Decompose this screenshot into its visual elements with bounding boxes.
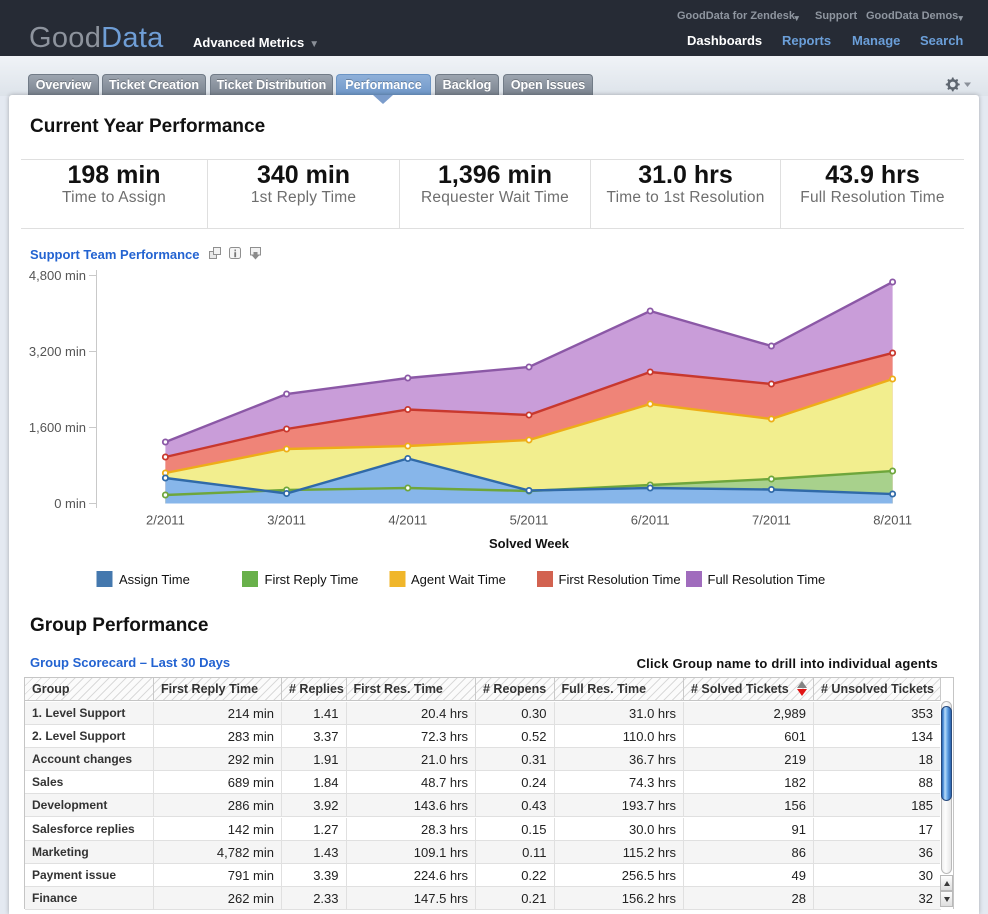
svg-text:First Resolution Time: First Resolution Time	[559, 572, 681, 587]
svg-text:1,600 min: 1,600 min	[29, 420, 86, 435]
svg-text:Agent Wait Time: Agent Wait Time	[411, 572, 506, 587]
svg-text:Assign Time: Assign Time	[119, 572, 190, 587]
svg-text:7/2011: 7/2011	[752, 513, 791, 528]
svg-text:5/2011: 5/2011	[510, 513, 549, 528]
svg-text:First Reply Time: First Reply Time	[265, 572, 359, 587]
svg-text:3/2011: 3/2011	[267, 513, 306, 528]
svg-text:4,800 min: 4,800 min	[29, 268, 86, 283]
svg-text:2/2011: 2/2011	[146, 513, 185, 528]
svg-text:6/2011: 6/2011	[631, 513, 670, 528]
svg-text:Solved Week: Solved Week	[489, 536, 570, 551]
svg-text:3,200 min: 3,200 min	[29, 344, 86, 359]
svg-text:8/2011: 8/2011	[873, 513, 912, 528]
svg-text:Full Resolution Time: Full Resolution Time	[708, 572, 826, 587]
svg-text:0 min: 0 min	[54, 496, 86, 511]
svg-text:4/2011: 4/2011	[388, 513, 427, 528]
